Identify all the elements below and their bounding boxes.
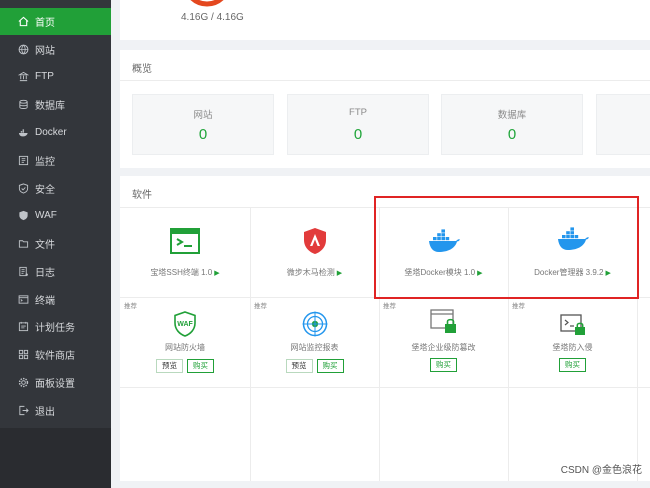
waf-shield-icon	[17, 210, 29, 222]
sidebar-item-label: 首页	[35, 18, 55, 29]
home-icon	[17, 16, 29, 28]
sidebar-item-label: 退出	[35, 407, 55, 418]
highlight-box	[374, 196, 639, 299]
sidebar-item-label: 监控	[35, 157, 55, 168]
stat-label: 网站	[193, 110, 213, 121]
software-card-trojan[interactable]: 微步木马检测 ▶	[250, 207, 379, 297]
sidebar-item-label: 计划任务	[35, 323, 75, 334]
stat-value: 0	[353, 126, 363, 143]
sidebar-item-label: Docker	[35, 127, 67, 138]
overview-panel: 概览 网站 0 FTP 0 数据库 0	[120, 50, 650, 168]
ssh-terminal-icon	[170, 228, 200, 254]
logout-icon	[17, 405, 29, 417]
sidebar-item-label: 数据库	[35, 101, 65, 112]
disk-usage-panel: 4.16G / 4.16G	[120, 0, 650, 40]
software-card-ssh[interactable]: 宝塔SSH终端 1.0 ▶	[120, 207, 250, 297]
sidebar-item-label: 文件	[35, 240, 55, 251]
radar-icon	[302, 311, 327, 337]
software-label: 微步木马检测	[286, 268, 335, 277]
shield-icon	[17, 183, 29, 195]
sidebar-item-terminal[interactable]: 终端	[0, 286, 111, 313]
stat-database[interactable]: 数据库 0	[441, 94, 583, 155]
sidebar-item-label: 安全	[35, 185, 55, 196]
stat-ftp[interactable]: FTP 0	[287, 94, 429, 155]
stat-security[interactable]	[596, 94, 650, 155]
recommend-tag: 推荐	[124, 303, 137, 310]
play-arrow-icon: ▶	[336, 270, 343, 277]
grid-icon	[17, 349, 29, 361]
software-label: 宝塔SSH终端 1.0	[150, 268, 213, 277]
buy-button[interactable]: 购买	[316, 359, 344, 373]
sidebar-item-home[interactable]: 首页	[0, 8, 111, 35]
waf-icon: WAF	[174, 311, 196, 337]
sidebar-item-logs[interactable]: 日志	[0, 258, 111, 285]
intrusion-icon	[559, 314, 585, 335]
sidebar-footer	[0, 428, 111, 488]
sidebar-item-label: 网站	[35, 46, 55, 57]
stat-label: 数据库	[497, 110, 527, 121]
divider	[120, 80, 650, 81]
sidebar-item-label: 软件商店	[35, 351, 75, 362]
software-label: 网站防火墙	[165, 343, 205, 352]
docker-icon	[17, 127, 29, 139]
recommend-tag: 推荐	[383, 303, 396, 310]
sidebar-item-store[interactable]: 软件商店	[0, 341, 111, 368]
trojan-detect-icon	[303, 228, 326, 254]
sidebar-item-security[interactable]: 安全	[0, 175, 111, 202]
tamper-lock-icon	[429, 309, 456, 333]
gear-icon	[17, 377, 29, 389]
sidebar-item-cron[interactable]: 计划任务	[0, 313, 111, 340]
sidebar-item-database[interactable]: 数据库	[0, 91, 111, 118]
sidebar: 首页 网站 FTP 数据库 Docker 监控 安全 WAF 文件 日志 终端	[0, 0, 111, 488]
monitor-icon	[17, 155, 29, 167]
software-card-tamper[interactable]: 推荐 堡塔企业级防篡改 购买	[379, 297, 508, 387]
sidebar-item-label: 终端	[35, 296, 55, 307]
sidebar-item-settings[interactable]: 面板设置	[0, 369, 111, 396]
buy-button[interactable]: 购买	[430, 358, 457, 372]
buy-button[interactable]: 购买	[187, 359, 214, 373]
sidebar-item-label: 面板设置	[35, 379, 75, 390]
sidebar-item-label: FTP	[35, 71, 54, 82]
disk-gauge-icon	[190, 0, 224, 7]
software-label: 堡塔防入侵	[552, 343, 593, 352]
preview-button[interactable]: 预览	[285, 359, 313, 373]
stat-value: 0	[198, 126, 208, 143]
globe-icon	[17, 44, 29, 56]
software-label: 堡塔企业级防篡改	[411, 343, 476, 352]
disk-usage-text: 4.16G / 4.16G	[181, 12, 244, 23]
preview-button[interactable]: 预览	[156, 359, 183, 373]
stat-website[interactable]: 网站 0	[132, 94, 274, 155]
stat-value: 0	[507, 126, 517, 143]
sidebar-item-waf[interactable]: WAF	[0, 202, 111, 229]
play-arrow-icon: ▶	[214, 270, 220, 277]
software-card-intrusion[interactable]: 推荐 堡塔防入侵 购买	[508, 297, 637, 387]
sidebar-item-monitor[interactable]: 监控	[0, 147, 111, 174]
recommend-tag: 推荐	[254, 303, 267, 310]
watermark: CSDN @金色浪花	[560, 465, 642, 476]
software-card-waf[interactable]: 推荐 WAF 网站防火墙 预览 购买	[120, 297, 250, 387]
log-icon	[17, 266, 29, 278]
software-title: 软件	[132, 190, 152, 201]
sidebar-item-logout[interactable]: 退出	[0, 397, 111, 424]
stat-label: FTP	[349, 107, 367, 118]
software-card-site-monitor[interactable]: 推荐 网站监控报表 预览 购买	[250, 297, 379, 387]
calendar-icon	[17, 321, 29, 333]
sidebar-item-label: 日志	[35, 268, 55, 279]
terminal-icon	[17, 294, 29, 306]
database-icon	[17, 99, 29, 111]
sidebar-item-ftp[interactable]: FTP	[0, 63, 111, 90]
sidebar-item-website[interactable]: 网站	[0, 36, 111, 63]
buy-button[interactable]: 购买	[559, 358, 586, 372]
divider	[120, 387, 650, 388]
folder-icon	[17, 238, 29, 250]
recommend-tag: 推荐	[512, 303, 525, 310]
svg-text:WAF: WAF	[177, 321, 193, 328]
sidebar-item-files[interactable]: 文件	[0, 230, 111, 257]
sidebar-item-label: WAF	[35, 210, 57, 221]
software-label: 网站监控报表	[290, 343, 339, 352]
sidebar-item-docker[interactable]: Docker	[0, 119, 111, 146]
ftp-icon	[17, 71, 29, 83]
overview-title: 概览	[132, 64, 152, 75]
